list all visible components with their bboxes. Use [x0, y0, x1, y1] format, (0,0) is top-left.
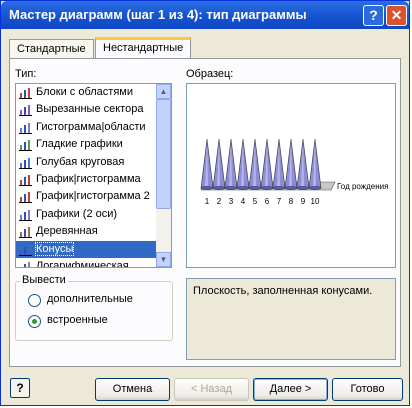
x-tick-label: 8: [289, 197, 294, 206]
placement-group-label: Вывести: [20, 274, 68, 286]
blue-pie-icon: [19, 157, 32, 169]
chart-type-label: Блоки с областями: [36, 86, 133, 98]
line-column-2-icon: [19, 192, 32, 204]
smooth-line-icon: [19, 140, 32, 152]
cone-chart: 1 2 3 4 5 6 7 8 9 10 Год рождения: [200, 138, 388, 206]
sample-preview: 1 2 3 4 5 6 7 8 9 10 Год рождения: [186, 83, 396, 268]
cone-mark: [248, 138, 262, 190]
chart-type-item[interactable]: Конусы: [16, 240, 171, 258]
chart-type-item[interactable]: Логарифмическая: [16, 258, 171, 268]
chart-type-item[interactable]: Блоки с областями: [16, 84, 171, 101]
cone-mark: [260, 138, 274, 190]
back-button[interactable]: < Назад: [174, 378, 249, 401]
chart-type-label: Гистограмма|области: [36, 120, 146, 133]
radio-additional-label[interactable]: дополнительные: [47, 293, 133, 305]
chart-type-list[interactable]: Блоки с областями Вырезанные сектора Гисто…: [15, 83, 172, 268]
tab-standard[interactable]: Стандартные: [9, 39, 94, 59]
cone-mark: [272, 138, 286, 190]
x-tick-label: 2: [217, 197, 222, 206]
window-title: Мастер диаграмм (шаг 1 из 4): тип диагра…: [9, 7, 307, 22]
chart-type-item[interactable]: График|гистограмма: [16, 171, 171, 188]
help-button[interactable]: ?: [10, 378, 30, 398]
chart-wizard-dialog: Мастер диаграмм (шаг 1 из 4): тип диагра…: [0, 0, 410, 406]
description-box: Плоскость, заполненная конусами.: [186, 278, 396, 360]
radio-dot: [32, 319, 37, 324]
chart-type-item[interactable]: Вырезанные сектора: [16, 101, 171, 118]
tab-custom[interactable]: Нестандартные: [95, 37, 192, 59]
title-help-button[interactable]: ?: [363, 5, 384, 26]
list-scrollbar[interactable]: ▲ ▼: [156, 84, 171, 267]
x-tick-label: 6: [265, 197, 270, 206]
area-blocks-icon: [19, 88, 32, 99]
next-button[interactable]: Далее >: [253, 378, 328, 401]
chart-type-item[interactable]: Деревянная: [16, 223, 171, 240]
radio-builtin-label[interactable]: встроенные: [47, 314, 108, 326]
radio-additional[interactable]: [28, 294, 41, 307]
cones-icon: [19, 244, 32, 256]
chart-type-item[interactable]: Гладкие графики: [16, 136, 171, 153]
cone-mark: [224, 138, 238, 190]
log-icon: [20, 261, 30, 267]
chart-type-item[interactable]: Гистограмма|области: [16, 119, 171, 136]
x-tick-label: 4: [241, 197, 246, 206]
chart-type-item[interactable]: График|гистограмма 2: [16, 188, 171, 205]
x-tick-label: 10: [311, 197, 320, 206]
description-text: Плоскость, заполненная конусами.: [193, 285, 373, 297]
x-axis-label: Год рождения: [337, 182, 388, 191]
chart-type-item[interactable]: Графики (2 оси): [16, 206, 171, 223]
placement-group: Вывести дополнительные встроенные: [15, 274, 173, 341]
x-tick-label: 7: [277, 197, 282, 206]
chart-type-label: Деревянная: [36, 225, 98, 238]
x-tick-label: 5: [253, 197, 258, 206]
x-tick-label: 1: [205, 197, 210, 206]
cone-mark: [284, 138, 298, 190]
title-bar: Мастер диаграмм (шаг 1 из 4): тип диагра…: [1, 1, 409, 29]
tab-panel: Тип: Блоки с областями Вырезанные сектора…: [9, 58, 401, 367]
scroll-thumb[interactable]: [156, 99, 171, 209]
two-axes-icon: [19, 209, 32, 221]
chart-type-item[interactable]: Голубая круговая: [16, 154, 171, 171]
scroll-up-button[interactable]: ▲: [156, 84, 171, 99]
cone-mark: [212, 138, 226, 190]
cone-mark: [200, 138, 214, 190]
sample-label: Образец:: [186, 68, 234, 80]
types-label: Тип:: [15, 68, 37, 80]
cone-mark: [308, 138, 322, 190]
x-tick-label: 9: [301, 197, 306, 206]
chart-type-label: Вырезанные сектора: [36, 103, 144, 116]
wooden-icon: [19, 227, 32, 239]
close-button[interactable]: ✕: [386, 5, 407, 26]
chart-type-label: Графики (2 оси): [36, 207, 118, 220]
scroll-down-button[interactable]: ▼: [156, 252, 171, 267]
exploded-pie-icon: [19, 105, 32, 117]
finish-button[interactable]: Готово: [332, 378, 403, 401]
chart-type-label: График|гистограмма: [36, 172, 141, 185]
cone-mark: [296, 138, 310, 190]
radio-builtin[interactable]: [28, 315, 41, 328]
chart-type-label: График|гистограмма 2: [36, 190, 150, 203]
x-tick-label: 3: [229, 197, 234, 206]
cone-mark: [236, 138, 250, 190]
chart-type-label: Логарифмическая: [36, 259, 129, 268]
chart-type-label: Конусы: [34, 241, 75, 256]
chart-type-label: Гладкие графики: [36, 138, 123, 151]
chart-type-label: Голубая круговая: [36, 155, 125, 168]
cancel-button[interactable]: Отмена: [95, 378, 170, 401]
column-area-icon: [19, 122, 32, 134]
line-column-icon: [19, 174, 32, 186]
